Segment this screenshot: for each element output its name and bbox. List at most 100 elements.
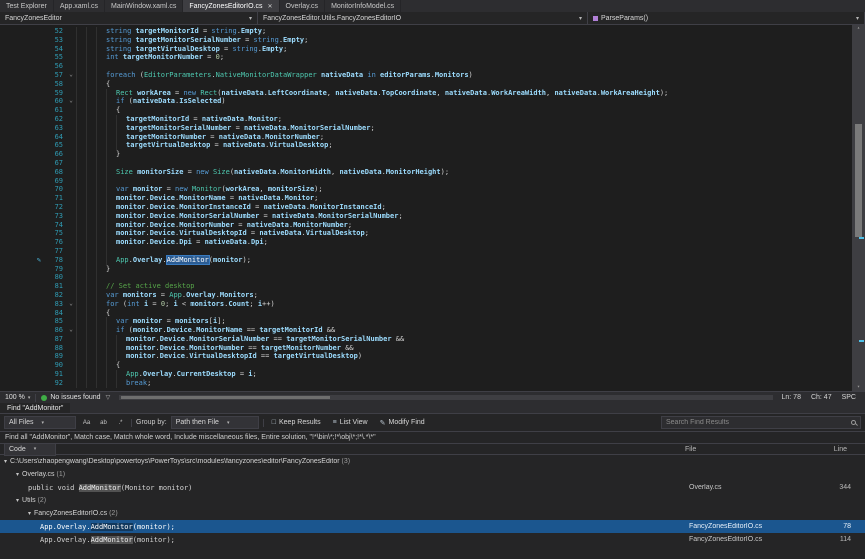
code-line[interactable]: 90{ (0, 361, 852, 370)
breakpoint-margin[interactable] (0, 168, 44, 177)
project-dropdown[interactable]: FancyZonesEditor ▾ (0, 12, 258, 24)
breakpoint-margin[interactable] (0, 238, 44, 247)
margin-pencil-icon[interactable]: ✎ (0, 256, 44, 265)
code-line[interactable]: 58{ (0, 80, 852, 89)
code-line[interactable]: 89monitor.Device.VirtualDesktopId == tar… (0, 352, 852, 361)
member-dropdown[interactable]: ParseParams() ▾ (588, 12, 865, 24)
column-indicator[interactable]: Ch: 47 (811, 394, 832, 401)
breakpoint-margin[interactable] (0, 97, 44, 106)
scope-dropdown[interactable]: All Files ▾ (4, 416, 76, 429)
breakpoint-margin[interactable] (0, 291, 44, 300)
find-result-row[interactable]: App.Overlay.AddMonitor(monitor);FancyZon… (0, 533, 865, 546)
column-header-line[interactable]: Line (815, 446, 861, 453)
code-line[interactable]: 77 (0, 247, 852, 256)
zoom-control[interactable]: 100 % ▾ (5, 394, 30, 401)
breakpoint-margin[interactable] (0, 317, 44, 326)
tab-test-explorer[interactable]: Test Explorer (0, 0, 54, 12)
breakpoint-margin[interactable] (0, 203, 44, 212)
breakpoint-margin[interactable] (0, 185, 44, 194)
code-line[interactable]: 75monitor.Device.VirtualDesktopId = nati… (0, 229, 852, 238)
type-dropdown[interactable]: FancyZonesEditor.Utils.FancyZonesEditorI… (258, 12, 588, 24)
tab-overlay-cs[interactable]: Overlay.cs (280, 0, 326, 12)
breakpoint-margin[interactable] (0, 265, 44, 274)
breakpoint-margin[interactable] (0, 106, 44, 115)
find-result-row[interactable]: App.Overlay.AddMonitor(monitor);FancyZon… (0, 520, 865, 533)
code-line[interactable]: 71monitor.Device.MonitorName = nativeDat… (0, 194, 852, 203)
filter-icon[interactable]: ▽ (106, 394, 111, 401)
code-line[interactable]: 63targetMonitorSerialNumber = nativeData… (0, 124, 852, 133)
breakpoint-margin[interactable] (0, 89, 44, 98)
code-line[interactable]: 81// Set active desktop (0, 282, 852, 291)
code-line[interactable]: 86⌄if (monitor.Device.MonitorName == tar… (0, 326, 852, 335)
breakpoint-margin[interactable] (0, 71, 44, 80)
breakpoint-margin[interactable] (0, 370, 44, 379)
keep-results-button[interactable]: □ Keep Results (268, 416, 325, 429)
find-results-tab[interactable]: Find "AddMonitor" (0, 403, 70, 413)
code-line[interactable]: 88monitor.Device.MonitorNumber == target… (0, 344, 852, 353)
breakpoint-margin[interactable] (0, 352, 44, 361)
tab-mainwindow-xaml-cs[interactable]: MainWindow.xaml.cs (105, 0, 183, 12)
regex-icon[interactable]: .* (114, 416, 127, 429)
breakpoint-margin[interactable] (0, 194, 44, 203)
scroll-up-icon[interactable]: ▴ (852, 25, 865, 32)
close-tab-icon[interactable]: ✕ (267, 3, 272, 10)
code-line[interactable]: 53string targetMonitorSerialNumber = str… (0, 36, 852, 45)
code-line[interactable]: 60⌄if (nativeData.IsSelected) (0, 97, 852, 106)
group-by-dropdown[interactable]: Path then File ▾ (171, 416, 259, 429)
code-line[interactable]: 70var monitor = new Monitor(workArea, mo… (0, 185, 852, 194)
expander-icon[interactable]: ▾ (28, 510, 31, 517)
breakpoint-margin[interactable] (0, 212, 44, 221)
list-view-button[interactable]: ≡ List View (329, 416, 372, 429)
code-line[interactable]: 68Size monitorSize = new Size(nativeData… (0, 168, 852, 177)
code-line[interactable]: 72monitor.Device.MonitorInstanceId = nat… (0, 203, 852, 212)
tab-app-xaml-cs[interactable]: App.xaml.cs (54, 0, 105, 12)
search-find-results-box[interactable] (661, 416, 861, 429)
code-line[interactable]: 62targetMonitorId = nativeData.Monitor; (0, 115, 852, 124)
code-line[interactable]: 74monitor.Device.MonitorNumber = nativeD… (0, 221, 852, 230)
breakpoint-margin[interactable] (0, 282, 44, 291)
find-result-group-row[interactable]: ▾FancyZonesEditorIO.cs (2) (0, 507, 865, 520)
fold-chevron-icon[interactable]: ⌄ (66, 71, 76, 80)
expander-icon[interactable]: ▾ (16, 497, 19, 504)
scroll-down-icon[interactable]: ▾ (852, 384, 865, 391)
code-line[interactable]: 79} (0, 265, 852, 274)
breakpoint-margin[interactable] (0, 150, 44, 159)
breakpoint-margin[interactable] (0, 229, 44, 238)
breakpoint-margin[interactable] (0, 273, 44, 282)
breakpoint-margin[interactable] (0, 27, 44, 36)
breakpoint-margin[interactable] (0, 80, 44, 89)
column-header-file[interactable]: File (685, 446, 815, 453)
breakpoint-margin[interactable] (0, 300, 44, 309)
code-line[interactable]: 82var monitors = App.Overlay.Monitors; (0, 291, 852, 300)
code-line[interactable]: ✎78App.Overlay.AddMonitor(monitor); (0, 256, 852, 265)
code-line[interactable]: 66} (0, 150, 852, 159)
document-health-indicator[interactable]: No issues found (41, 394, 100, 401)
find-result-row[interactable]: public void AddMonitor(Monitor monitor)O… (0, 481, 865, 494)
horizontal-scrollbar[interactable] (119, 395, 772, 400)
tab-fancyzoneseditorio-cs[interactable]: FancyZonesEditorIO.cs ✕ (183, 0, 279, 12)
breakpoint-margin[interactable] (0, 177, 44, 186)
find-result-group-row[interactable]: ▾Overlay.cs (1) (0, 468, 865, 481)
breakpoint-margin[interactable] (0, 335, 44, 344)
breakpoint-margin[interactable] (0, 326, 44, 335)
code-line[interactable]: 73monitor.Device.MonitorSerialNumber = n… (0, 212, 852, 221)
breakpoint-margin[interactable] (0, 53, 44, 62)
code-line[interactable]: 61{ (0, 106, 852, 115)
code-line[interactable]: 92break; (0, 379, 852, 388)
fold-chevron-icon[interactable]: ⌄ (66, 326, 76, 335)
breakpoint-margin[interactable] (0, 36, 44, 45)
code-line[interactable]: 87monitor.Device.MonitorSerialNumber == … (0, 335, 852, 344)
code-line[interactable]: 54string targetVirtualDesktop = string.E… (0, 45, 852, 54)
code-line[interactable]: 65targetVirtualDesktop = nativeData.Virt… (0, 141, 852, 150)
fold-chevron-icon[interactable]: ⌄ (66, 97, 76, 106)
code-line[interactable]: 84{ (0, 309, 852, 318)
find-result-group-row[interactable]: ▾C:\Users\zhaopengwang\Desktop\powertoys… (0, 455, 865, 468)
search-find-results-input[interactable] (666, 419, 848, 426)
code-line[interactable]: 83⌄for (int i = 0; i < monitors.Count; i… (0, 300, 852, 309)
code-line[interactable]: 69 (0, 177, 852, 186)
breakpoint-margin[interactable] (0, 133, 44, 142)
indentation-indicator[interactable]: SPC (842, 394, 856, 401)
scrollbar-thumb[interactable] (855, 124, 862, 237)
tab-monitorinfomodel-cs[interactable]: MonitorInfoModel.cs (325, 0, 401, 12)
breakpoint-margin[interactable] (0, 141, 44, 150)
